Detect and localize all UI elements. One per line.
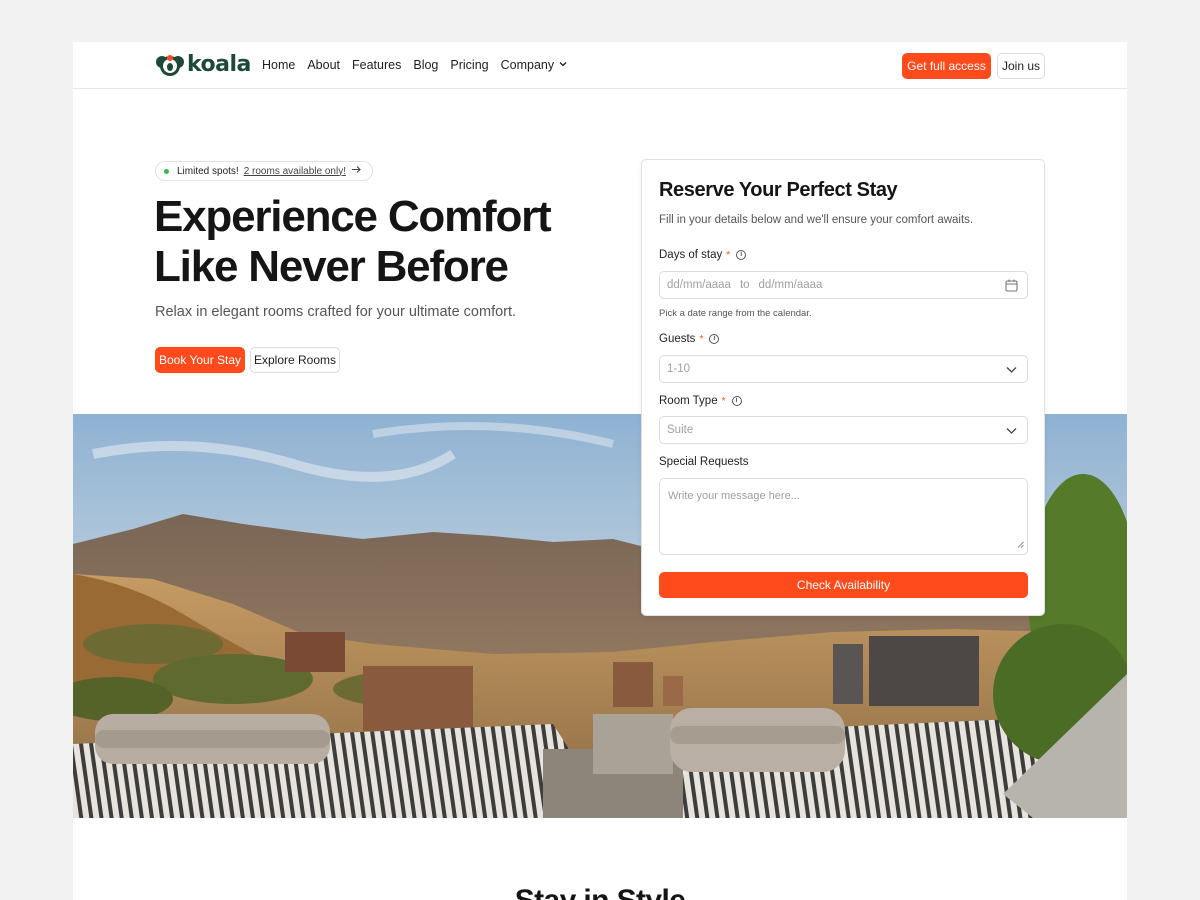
hero-headline: Experience Comfort Like Never Before — [154, 192, 552, 291]
special-requests-placeholder: Write your message here... — [668, 490, 800, 502]
nav-link-features[interactable]: Features — [352, 58, 401, 72]
koala-logo-icon — [155, 52, 185, 78]
arrow-right-icon — [351, 165, 362, 177]
guests-label-text: Guests — [659, 333, 696, 345]
date-range-input[interactable]: dd/mm/aaaa to dd/mm/aaaa — [659, 271, 1028, 299]
navbar: koala Home About Features Blog Pricing C… — [73, 42, 1127, 89]
reservation-form: Reserve Your Perfect Stay Fill in your d… — [641, 159, 1045, 616]
resize-handle-icon[interactable] — [1017, 539, 1024, 551]
explore-rooms-button[interactable]: Explore Rooms — [250, 347, 340, 373]
special-requests-textarea[interactable]: Write your message here... — [659, 478, 1028, 555]
room-type-label: Room Type * i — [659, 395, 742, 407]
room-type-value: Suite — [667, 424, 694, 436]
info-icon[interactable]: i — [731, 396, 742, 406]
page-frame: koala Home About Features Blog Pricing C… — [73, 42, 1127, 900]
book-your-stay-button[interactable]: Book Your Stay — [155, 347, 245, 373]
nav-link-pricing[interactable]: Pricing — [450, 58, 488, 72]
required-mark: * — [721, 395, 726, 407]
guests-select[interactable]: 1-10 — [659, 355, 1028, 383]
logo-text: koala — [187, 52, 251, 77]
room-type-label-text: Room Type — [659, 395, 718, 407]
calendar-icon[interactable] — [1005, 279, 1018, 295]
special-requests-label: Special Requests — [659, 456, 749, 468]
info-icon[interactable]: i — [709, 334, 720, 344]
hero-subhead: Relax in elegant rooms crafted for your … — [155, 304, 517, 320]
days-label: Days of stay * i — [659, 249, 747, 261]
nav-link-blog[interactable]: Blog — [413, 58, 438, 72]
get-full-access-button[interactable]: Get full access — [902, 53, 991, 79]
nav-link-about[interactable]: About — [307, 58, 340, 72]
nav-links: Home About Features Blog Pricing Company — [262, 58, 568, 72]
logo[interactable]: koala — [155, 52, 251, 78]
form-title: Reserve Your Perfect Stay — [659, 179, 898, 201]
badge-link[interactable]: 2 rooms available only! — [244, 166, 346, 177]
nav-dropdown-label: Company — [500, 58, 555, 72]
badge-label: Limited spots! — [177, 165, 239, 177]
check-availability-button[interactable]: Check Availability — [659, 572, 1028, 598]
date-separator: to — [739, 279, 750, 291]
nav-link-home[interactable]: Home — [262, 58, 295, 72]
availability-badge[interactable]: Limited spots! 2 rooms available only! — [155, 161, 373, 181]
end-date-placeholder: dd/mm/aaaa — [758, 279, 823, 291]
guests-label: Guests * i — [659, 333, 720, 345]
nav-dropdown-company[interactable]: Company — [501, 58, 569, 72]
required-mark: * — [726, 249, 731, 261]
form-subtitle: Fill in your details below and we'll ens… — [659, 214, 974, 226]
chevron-down-icon — [1005, 363, 1018, 379]
required-mark: * — [699, 333, 704, 345]
join-us-button[interactable]: Join us — [997, 53, 1045, 79]
guests-value: 1-10 — [667, 363, 691, 375]
status-dot — [164, 168, 169, 174]
start-date-placeholder: dd/mm/aaaa — [667, 279, 731, 291]
room-type-select[interactable]: Suite — [659, 416, 1028, 444]
date-hint: Pick a date range from the calendar. — [659, 308, 812, 319]
section-heading: Stay in Style — [73, 884, 1127, 900]
info-icon[interactable]: i — [736, 250, 747, 260]
days-label-text: Days of stay — [659, 249, 723, 261]
chevron-down-icon — [1005, 424, 1018, 440]
chevron-down-icon — [558, 58, 568, 72]
